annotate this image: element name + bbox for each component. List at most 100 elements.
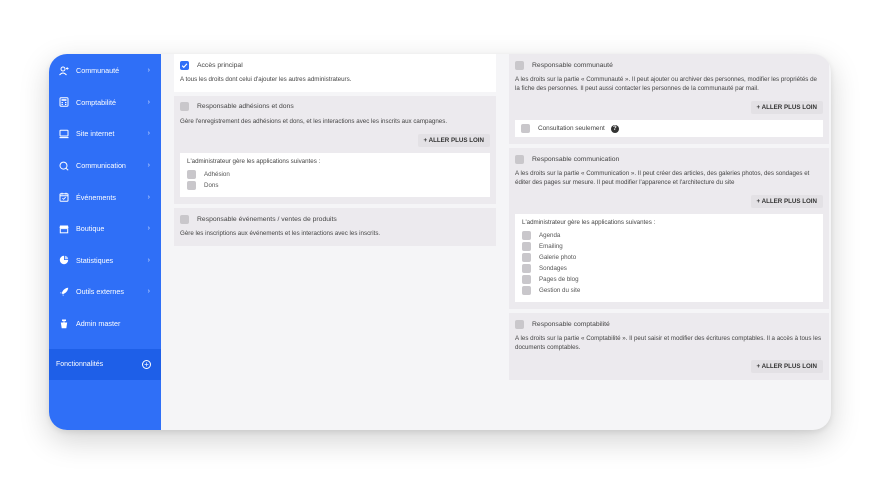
checkbox[interactable] [515, 60, 524, 70]
chevron-right-icon: › [147, 130, 150, 138]
app-item[interactable]: Gestion du site [522, 285, 816, 296]
checkbox-checked[interactable] [180, 60, 189, 70]
checkbox[interactable] [180, 102, 189, 111]
sidebar-item-label: Admin master [76, 319, 121, 329]
app-label: Dons [204, 182, 219, 189]
main-content: Accès principal A tous les droits dont c… [161, 54, 831, 430]
more-container: + ALLER PLUS LOIN [515, 360, 823, 373]
app-label: Adhésion [204, 171, 230, 178]
more-container: + ALLER PLUS LOIN [515, 101, 823, 114]
go-further-button[interactable]: + ALLER PLUS LOIN [417, 134, 490, 147]
sidebar-item-label: Comptabilité [76, 97, 116, 107]
calendar-icon [58, 192, 69, 203]
apps-box: L'administrateur gère les applications s… [515, 214, 823, 302]
sidebar-item-boutique[interactable]: Boutique › [49, 213, 161, 245]
role-description: Gère les inscriptions aux événements et … [180, 230, 381, 237]
consult-label: Consultation seulement [538, 125, 605, 132]
checkbox[interactable] [521, 124, 530, 133]
sidebar-item-label: Statistiques [76, 255, 114, 265]
sidebar-item-communaute[interactable]: Communauté › [49, 55, 161, 87]
apps-title: L'administrateur gère les applications s… [522, 219, 656, 226]
chevron-right-icon: › [147, 256, 150, 264]
sidebar-item-statistiques[interactable]: Statistiques › [49, 245, 161, 277]
role-card-adhesion: Responsable adhésions et dons Gère l'enr… [174, 95, 496, 204]
checkbox[interactable] [522, 242, 531, 251]
checkbox[interactable] [187, 181, 196, 190]
app-label: Pages de blog [539, 276, 579, 283]
go-further-button[interactable]: + ALLER PLUS LOIN [750, 360, 823, 373]
role-card-community: Responsable communauté A les droits sur … [509, 54, 829, 144]
sidebar-item-admin-master[interactable]: Admin master [49, 308, 161, 340]
right-column: Responsable communauté A les droits sur … [509, 54, 829, 430]
app-label: Gestion du site [539, 287, 581, 294]
features-label: Fonctionnalités [56, 361, 104, 368]
chevron-right-icon: › [147, 98, 150, 106]
role-description: A les droits sur la partie « Communauté … [515, 76, 817, 92]
consult-only-option[interactable]: Consultation seulement ? [515, 120, 823, 137]
shop-icon [58, 223, 69, 234]
sidebar-item-evenements[interactable]: Événements › [49, 181, 161, 213]
rocket-icon [58, 286, 69, 297]
chevron-right-icon: › [147, 288, 150, 296]
app-item[interactable]: Adhésion [187, 169, 483, 180]
role-label: Responsable adhésions et dons [197, 103, 294, 110]
app-item[interactable]: Galerie photo [522, 252, 816, 263]
go-further-button[interactable]: + ALLER PLUS LOIN [750, 195, 823, 208]
role-label: Accès principal [197, 61, 243, 69]
role-header: Responsable événements / ventes de produ… [180, 212, 490, 226]
sidebar-item-site-internet[interactable]: Site internet › [49, 118, 161, 150]
features-item[interactable]: Fonctionnalités + [49, 349, 161, 380]
sidebar-item-label: Outils externes [76, 287, 124, 297]
role-description: A les droits sur la partie « Comptabilit… [515, 335, 822, 351]
role-header: Responsable communication [515, 152, 823, 166]
role-description: Gère l'enregistrement des adhésions et d… [180, 117, 448, 125]
admin-icon [58, 318, 69, 329]
role-label: Responsable événements / ventes de produ… [197, 215, 337, 223]
sidebar-item-comptabilite[interactable]: Comptabilité › [49, 87, 161, 119]
role-card-main-access: Accès principal A tous les droits dont c… [174, 54, 496, 92]
help-icon[interactable]: ? [610, 124, 619, 133]
app-item[interactable]: Dons [187, 180, 483, 191]
sidebar-item-communication[interactable]: Communication › [49, 150, 161, 182]
checkbox[interactable] [180, 214, 189, 224]
sidebar-item-outils-externes[interactable]: Outils externes › [49, 276, 161, 308]
role-card-events: Responsable événements / ventes de produ… [174, 208, 496, 246]
role-description: A tous les droits dont celui d'ajouter l… [180, 76, 352, 83]
checkbox[interactable] [522, 275, 531, 284]
app-item[interactable]: Agenda [522, 230, 816, 241]
app-label: Galerie photo [539, 254, 577, 261]
apps-title: L'administrateur gère les applications s… [187, 158, 321, 165]
checkbox[interactable] [522, 286, 531, 295]
add-circle-icon[interactable]: + [142, 360, 151, 369]
role-header: Responsable communauté [515, 58, 823, 72]
pie-chart-icon [58, 255, 69, 266]
app-label: Emailing [539, 243, 563, 250]
app-item[interactable]: Sondages [522, 263, 816, 274]
go-further-button[interactable]: + ALLER PLUS LOIN [750, 101, 823, 114]
checkbox[interactable] [515, 154, 524, 164]
role-label: Responsable communauté [532, 61, 613, 69]
sidebar: Communauté › Comptabilité › Site interne… [49, 54, 161, 430]
role-header: Accès principal [180, 58, 490, 72]
calculator-icon [58, 97, 69, 108]
monitor-icon [58, 128, 69, 139]
checkbox[interactable] [515, 319, 524, 329]
chevron-right-icon: › [147, 67, 150, 75]
app-item[interactable]: Emailing [522, 241, 816, 252]
checkbox[interactable] [522, 231, 531, 240]
role-header: Responsable adhésions et dons [180, 100, 490, 114]
checkbox[interactable] [522, 253, 531, 262]
role-card-communication: Responsable communication A les droits s… [509, 148, 829, 309]
checkbox[interactable] [187, 170, 196, 179]
app-item[interactable]: Pages de blog [522, 274, 816, 285]
app-label: Sondages [539, 265, 567, 272]
role-header: Responsable comptabilité [515, 317, 823, 331]
checkbox[interactable] [522, 264, 531, 273]
more-container: + ALLER PLUS LOIN [180, 134, 490, 147]
chevron-right-icon: › [147, 225, 150, 233]
sidebar-item-label: Site internet [76, 129, 115, 139]
chevron-right-icon: › [147, 193, 150, 201]
apps-box: L'administrateur gère les applications s… [180, 153, 490, 197]
sidebar-nav: Communauté › Comptabilité › Site interne… [49, 54, 161, 339]
sidebar-item-label: Communication [76, 161, 126, 171]
